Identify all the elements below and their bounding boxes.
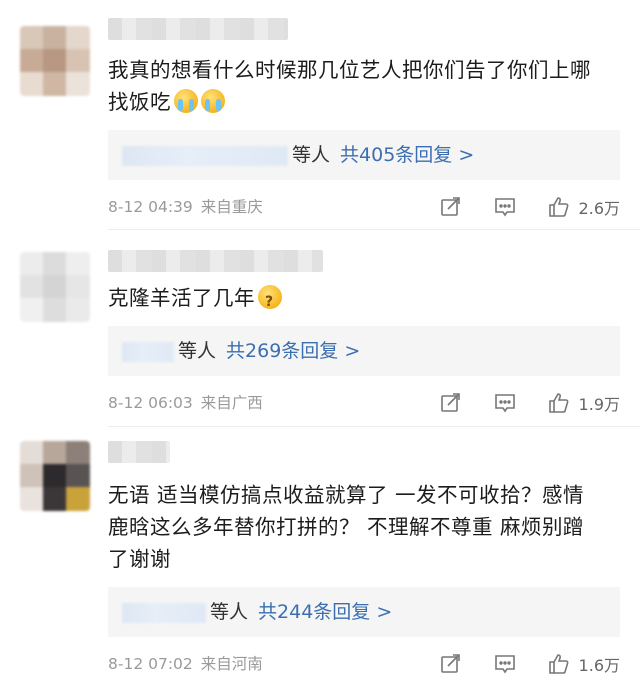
comment-item: 克隆羊活了几年 等人共269条回复 > 8-12 06:03 来自广西 1.9万 xyxy=(0,230,640,426)
reply-count-link[interactable]: 共405条回复 > xyxy=(340,144,474,166)
avatar[interactable] xyxy=(20,26,90,96)
thumbs-up-icon[interactable] xyxy=(547,391,571,415)
reply-preview[interactable]: 等人 共269条回复 > xyxy=(108,326,620,376)
reply-count-link[interactable]: 共269条回复 > xyxy=(226,340,360,362)
comment-item: 我真的想看什么时候那几位艺人把你们告了你们上哪找饭吃 等人 共405条回复 > 8… xyxy=(0,0,640,228)
thumbs-up-icon[interactable] xyxy=(547,195,571,219)
reply-suffix: 等人 xyxy=(210,601,249,623)
thumbs-up-icon[interactable] xyxy=(547,652,571,676)
comment-icon[interactable] xyxy=(493,652,517,676)
like-count: 1.6万 xyxy=(578,656,620,675)
comment-location: 来自重庆 xyxy=(200,198,263,216)
repost-icon[interactable] xyxy=(439,195,463,219)
comment-text: 克隆羊活了几年 xyxy=(108,282,608,318)
comment-text: 无语 适当模仿搞点收益就算了 一发不可收拾？感情鹿晗这么多年替你打拼的？ 不理解… xyxy=(108,483,585,571)
avatar[interactable] xyxy=(20,441,90,511)
comment-time: 8-12 04:39 xyxy=(108,198,193,216)
thinking-face-icon xyxy=(258,285,282,318)
reply-preview[interactable]: 等人 共405条回复 > xyxy=(108,130,620,180)
comment-icon[interactable] xyxy=(493,391,517,415)
comment-item: 无语 适当模仿搞点收益就算了 一发不可收拾？感情鹿晗这么多年替你打拼的？ 不理解… xyxy=(0,427,640,691)
crying-face-icon xyxy=(174,89,198,113)
username-blurred[interactable] xyxy=(108,18,288,40)
reply-users-blurred xyxy=(122,145,288,166)
reply-count-link[interactable]: 共244条回复 > xyxy=(258,601,392,623)
reply-suffix: 等人 xyxy=(292,144,331,166)
avatar[interactable] xyxy=(20,252,90,322)
comment-icon[interactable] xyxy=(493,195,517,219)
repost-icon[interactable] xyxy=(439,652,463,676)
comment-meta: 8-12 04:39 来自重庆 xyxy=(108,196,263,218)
comment-meta: 8-12 06:03 来自广西 xyxy=(108,392,263,414)
crying-face-icon xyxy=(201,89,225,113)
username-blurred[interactable] xyxy=(108,441,170,463)
reply-users-blurred xyxy=(122,602,206,623)
comment-meta: 8-12 07:02 来自河南 xyxy=(108,653,263,675)
repost-icon[interactable] xyxy=(439,391,463,415)
like-count: 1.9万 xyxy=(578,395,620,414)
reply-users-blurred xyxy=(122,341,174,362)
comment-location: 来自广西 xyxy=(200,394,263,412)
comment-time: 8-12 06:03 xyxy=(108,394,193,412)
comment-actions: 1.6万 xyxy=(409,651,620,677)
comment-location: 来自河南 xyxy=(200,655,263,673)
comment-text: 我真的想看什么时候那几位艺人把你们告了你们上哪找饭吃 xyxy=(108,58,591,114)
comment-time: 8-12 07:02 xyxy=(108,655,193,673)
comment-actions: 2.6万 xyxy=(409,194,620,220)
reply-suffix: 等人 xyxy=(178,340,217,362)
reply-preview[interactable]: 等人 共244条回复 > xyxy=(108,587,620,637)
username-blurred[interactable] xyxy=(108,250,323,272)
comment-actions: 1.9万 xyxy=(409,390,620,416)
like-count: 2.6万 xyxy=(578,199,620,218)
